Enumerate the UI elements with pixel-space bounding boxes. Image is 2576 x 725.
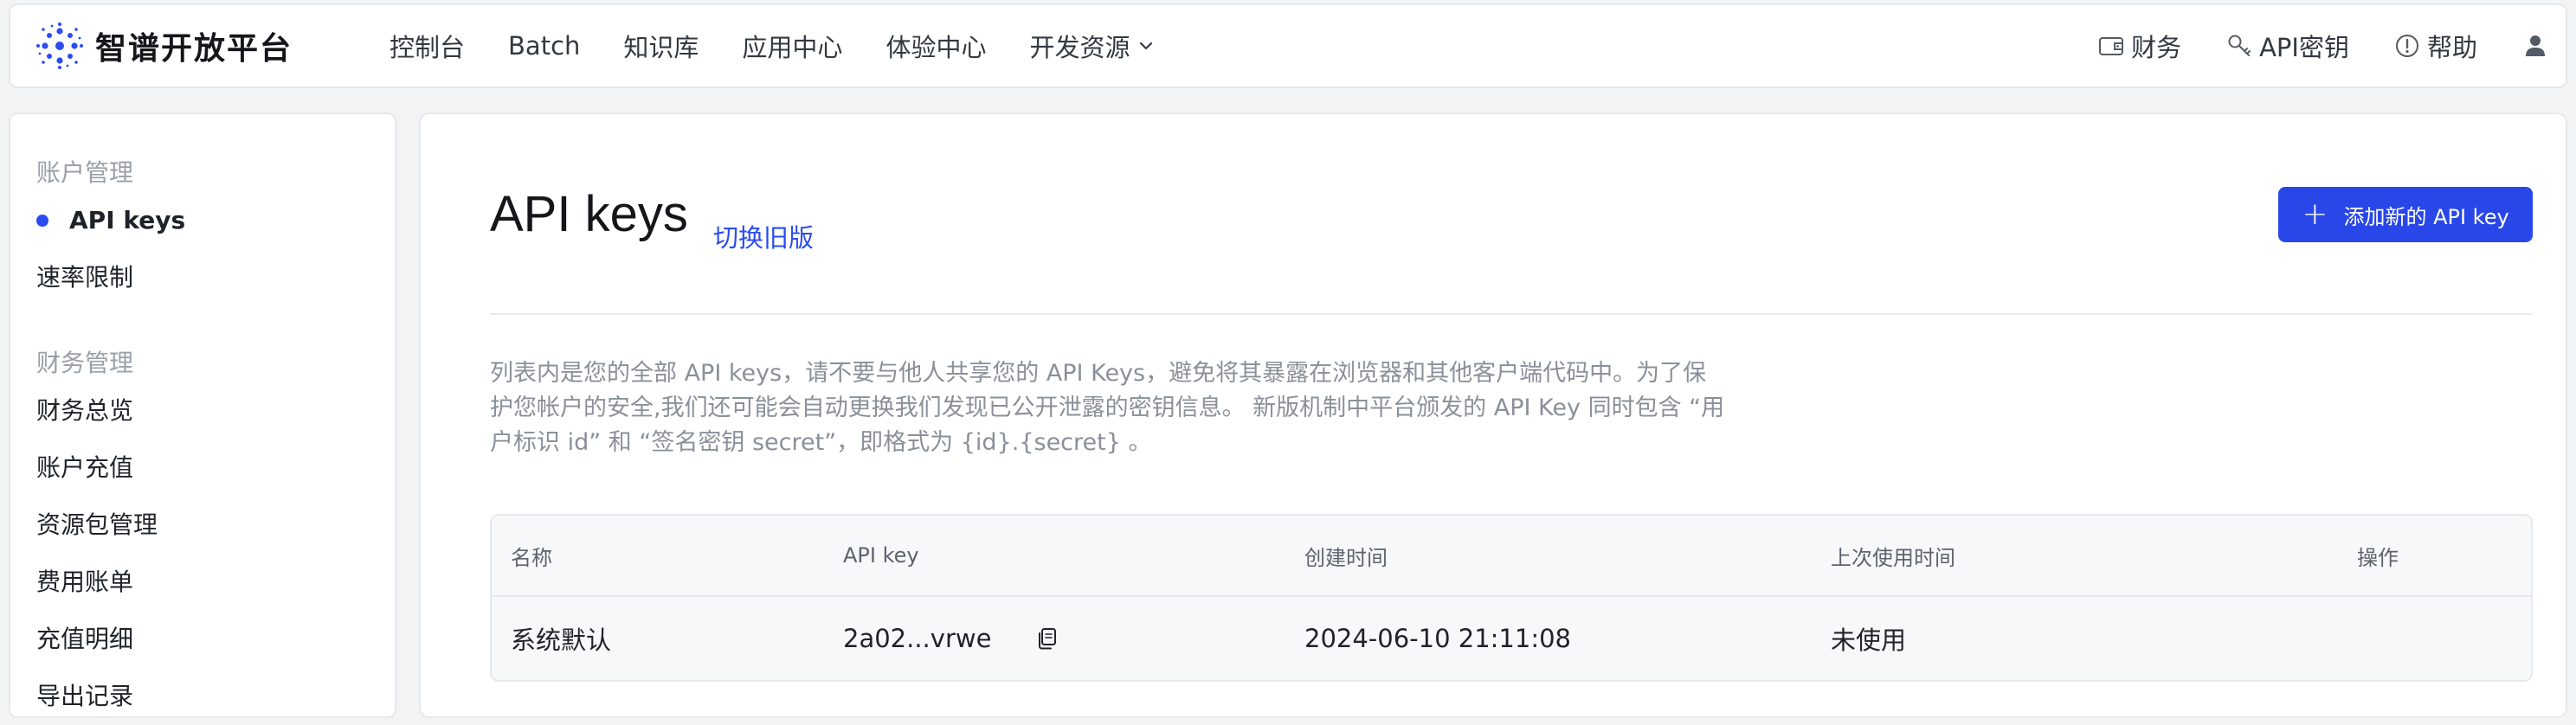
nav-item-label: 知识库 — [623, 33, 699, 62]
copy-icon[interactable] — [1034, 626, 1060, 651]
sidebar-item-label: 账户充值 — [36, 453, 134, 482]
description-line: 列表内是您的全部 API keys，请不要与他人共享您的 API Keys，避免… — [490, 360, 1707, 387]
finance-label: 财务 — [2131, 33, 2182, 62]
divider — [490, 313, 2533, 315]
column-header-last-used: 上次使用时间 — [1831, 545, 1955, 570]
help-link[interactable]: 帮助 — [2392, 28, 2477, 64]
sidebar-item-finance-overview[interactable]: 财务总览 — [10, 382, 395, 439]
table-row: 系统默认 2a02...vrwe 2024-06-10 21:11:08 未使用 — [492, 597, 2531, 680]
cell-last-used: 未使用 — [1831, 626, 1907, 655]
brand[interactable]: 智谱开放平台 — [35, 21, 293, 71]
top-right-actions: 财务 API密钥 帮助 — [2096, 28, 2550, 64]
nav-item-knowledge-base[interactable]: 知识库 — [623, 28, 699, 64]
column-header-created: 创建时间 — [1304, 545, 1388, 570]
sidebar-item-resource-packages[interactable]: 资源包管理 — [10, 497, 395, 554]
api-key-link[interactable]: API密钥 — [2225, 28, 2349, 64]
add-api-key-button[interactable]: + 添加新的 API key — [2278, 187, 2533, 242]
sidebar-item-api-keys[interactable]: API keys — [10, 192, 395, 249]
table-header: 名称 API key 创建时间 上次使用时间 操作 — [492, 516, 2531, 597]
main-nav: 控制台 Batch 知识库 应用中心 体验中心 开发资源 — [390, 28, 1199, 64]
nav-item-label: 控制台 — [390, 33, 466, 62]
api-key-label: API密钥 — [2259, 33, 2349, 62]
sidebar-section-title: 财务管理 — [36, 349, 134, 377]
nav-item-label: 应用中心 — [742, 33, 843, 62]
nav-item-experience-center[interactable]: 体验中心 — [886, 28, 986, 64]
cell-name: 系统默认 — [511, 626, 612, 655]
sidebar-section-title: 账户管理 — [36, 158, 134, 187]
brand-logo-icon — [36, 22, 83, 69]
nav-item-label: 体验中心 — [886, 33, 987, 62]
sidebar-item-label: API keys — [69, 206, 186, 234]
brand-name: 智谱开放平台 — [95, 31, 293, 67]
user-icon[interactable] — [2521, 31, 2550, 61]
description-line: 户标识 id” 和 “签名密钥 secret”，即格式为 {id}.{secre… — [490, 429, 1152, 456]
sidebar-item-label: 充值明细 — [36, 625, 134, 653]
nav-item-label: Batch — [508, 31, 581, 61]
nav-item-dev-resources[interactable]: 开发资源 — [1029, 28, 1156, 64]
add-api-key-label: 添加新的 API key — [2343, 204, 2509, 229]
column-header-name: 名称 — [511, 545, 552, 570]
wallet-icon — [2099, 37, 2124, 55]
top-navigation-bar: 智谱开放平台 控制台 Batch 知识库 应用中心 体验中心 开发资源 财务 A… — [9, 3, 2567, 88]
api-keys-table: 名称 API key 创建时间 上次使用时间 操作 系统默认 2a02...vr… — [490, 514, 2533, 682]
sidebar-item-label: 费用账单 — [36, 568, 134, 596]
nav-item-app-center[interactable]: 应用中心 — [742, 28, 842, 64]
sidebar-item-label: 资源包管理 — [36, 510, 158, 539]
column-header-api-key: API key — [843, 543, 919, 568]
sidebar-item-rate-limit[interactable]: 速率限制 — [10, 249, 395, 306]
cell-api-key: 2a02...vrwe — [843, 624, 1060, 653]
api-key-value: 2a02...vrwe — [843, 624, 992, 653]
description-text: 列表内是您的全部 API keys，请不要与他人共享您的 API Keys，避免… — [490, 356, 1788, 460]
cell-created: 2024-06-10 21:11:08 — [1304, 624, 1571, 653]
sidebar-item-export-records[interactable]: 导出记录 — [10, 668, 395, 725]
help-icon — [2395, 35, 2418, 57]
sidebar-item-recharge-details[interactable]: 充值明细 — [10, 611, 395, 668]
column-header-actions: 操作 — [2357, 545, 2399, 570]
nav-item-console[interactable]: 控制台 — [390, 28, 465, 64]
nav-item-label: 开发资源 — [1029, 33, 1130, 62]
sidebar-item-label: 导出记录 — [36, 682, 134, 710]
active-indicator-dot — [36, 215, 48, 227]
main-panel: API keys 切换旧版 + 添加新的 API key 列表内是您的全部 AP… — [419, 112, 2567, 718]
help-label: 帮助 — [2426, 33, 2477, 62]
key-icon — [2228, 35, 2251, 56]
finance-link[interactable]: 财务 — [2096, 28, 2181, 64]
sidebar: 账户管理 API keys 速率限制 财务管理 财务总览 账户充值 资源包管理 … — [9, 112, 396, 718]
sidebar-item-billing[interactable]: 费用账单 — [10, 554, 395, 611]
switch-old-version-link[interactable]: 切换旧版 — [713, 218, 814, 254]
nav-item-batch[interactable]: Batch — [508, 31, 580, 61]
chevron-down-icon — [1140, 42, 1153, 50]
plus-icon: + — [2302, 196, 2328, 232]
sidebar-item-recharge[interactable]: 账户充值 — [10, 439, 395, 497]
description-line: 护您帐户的安全,我们还可能会自动更换我们发现已公开泄露的密钥信息。 新版机制中平… — [490, 395, 1725, 421]
sidebar-item-label: 财务总览 — [36, 396, 134, 425]
page-title: API keys — [490, 186, 688, 242]
sidebar-item-label: 速率限制 — [36, 263, 134, 292]
